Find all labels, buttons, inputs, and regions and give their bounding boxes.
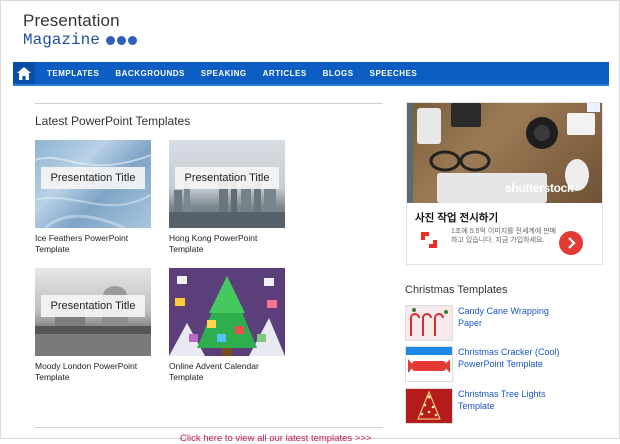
divider — [35, 427, 383, 428]
christmas-tree-lights-image — [417, 390, 441, 420]
section-title: Latest PowerPoint Templates — [35, 114, 191, 128]
template-thumbnail[interactable]: Presentation Title — [35, 268, 151, 356]
ad-description: 1조에 5.5억 이미지를 전세계에 판매하고 있습니다. 지금 가입하세요. — [451, 228, 557, 244]
thumbnail-title-overlay: Presentation Title — [41, 167, 145, 189]
christmas-item-tree-lights[interactable]: Christmas Tree Lights Template — [405, 388, 568, 424]
christmas-item-link[interactable]: Christmas Cracker (Cool) PowerPoint Temp… — [458, 346, 568, 382]
logo-line2-row: Magazine — [23, 31, 137, 49]
latest-templates-section: Latest PowerPoint Templates Presentation… — [35, 103, 383, 444]
ad-brand-watermark: shutterstock — [505, 181, 574, 195]
nav-speaking[interactable]: SPEAKING — [193, 69, 255, 78]
ad-arrow-button[interactable] — [559, 231, 583, 255]
nav-articles[interactable]: ARTICLES — [255, 69, 315, 78]
template-card-advent-calendar[interactable]: Online Advent Calendar Template — [169, 268, 285, 383]
christmas-item-link[interactable]: Candy Cane Wrapping Paper — [458, 305, 568, 341]
template-thumbnail[interactable] — [169, 268, 285, 356]
christmas-thumbnail[interactable] — [405, 305, 453, 341]
logo-line2: Magazine — [23, 31, 100, 49]
template-card-moody-london[interactable]: Presentation Title Moody London PowerPoi… — [35, 268, 151, 383]
chevron-right-icon — [568, 237, 576, 249]
logo-line1: Presentation — [23, 11, 120, 30]
template-caption[interactable]: Online Advent Calendar Template — [169, 361, 285, 383]
christmas-section-title: Christmas Templates — [405, 284, 508, 296]
template-thumbnail[interactable]: Presentation Title — [35, 140, 151, 228]
advent-calendar-image — [169, 276, 285, 356]
template-grid: Presentation Title Ice Feathers PowerPoi… — [35, 128, 383, 444]
nav-speeches[interactable]: SPEECHES — [362, 69, 426, 78]
template-caption[interactable]: Ice Feathers PowerPoint Template — [35, 233, 151, 255]
template-thumbnail[interactable]: Presentation Title — [169, 140, 285, 228]
template-card-hong-kong[interactable]: Presentation Title Hong Kong PowerPoint … — [169, 140, 285, 255]
site-logo[interactable]: Presentation Magazine — [23, 12, 137, 49]
christmas-item-link[interactable]: Christmas Tree Lights Template — [458, 388, 568, 424]
thumbnail-title-overlay: Presentation Title — [41, 295, 145, 317]
ad-image[interactable]: shutterstock — [407, 103, 602, 203]
christmas-item-candy-cane[interactable]: Candy Cane Wrapping Paper — [405, 305, 568, 341]
candy-cane-pattern-image — [410, 308, 448, 336]
thumbnail-title-overlay: Presentation Title — [175, 167, 279, 189]
christmas-thumbnail[interactable] — [405, 346, 453, 382]
nav-blogs[interactable]: BLOGS — [315, 69, 362, 78]
divider — [35, 103, 383, 104]
adchoices-icon[interactable] — [587, 103, 600, 112]
shutterstock-logo-icon — [419, 230, 439, 255]
advertisement[interactable]: shutterstock 사진 작업 전시하기 1조에 5.5억 이미지를 전세… — [406, 102, 603, 265]
ad-title[interactable]: 사진 작업 전시하기 — [415, 210, 498, 225]
template-caption[interactable]: Hong Kong PowerPoint Template — [169, 233, 285, 255]
template-caption[interactable]: Moody London PowerPoint Template — [35, 361, 151, 383]
christmas-cracker-image — [406, 347, 452, 373]
christmas-thumbnail[interactable] — [405, 388, 453, 424]
nav-templates[interactable]: TEMPLATES — [39, 69, 107, 78]
home-button[interactable] — [13, 62, 35, 84]
main-nav: TEMPLATES BACKGROUNDS SPEAKING ARTICLES … — [13, 62, 609, 86]
christmas-item-cracker[interactable]: Christmas Cracker (Cool) PowerPoint Temp… — [405, 346, 568, 382]
logo-dots-icon — [105, 35, 137, 45]
template-card-ice-feathers[interactable]: Presentation Title Ice Feathers PowerPoi… — [35, 140, 151, 255]
home-icon — [17, 66, 31, 80]
nav-backgrounds[interactable]: BACKGROUNDS — [107, 69, 193, 78]
